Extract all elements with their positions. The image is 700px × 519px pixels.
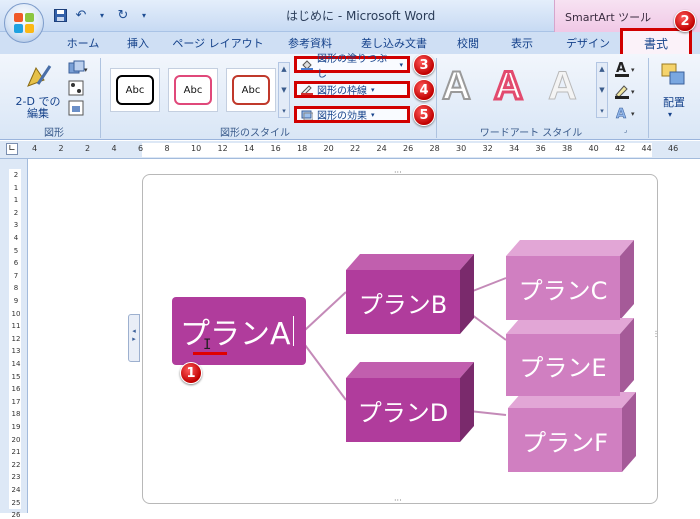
node-plan-b[interactable]: プランB — [346, 270, 460, 334]
node-plan-e[interactable]: プランE — [506, 334, 620, 396]
node-plan-c[interactable]: プランC — [506, 256, 620, 320]
office-button[interactable] — [4, 3, 44, 43]
node-plan-d[interactable]: プランD — [346, 378, 460, 442]
office-logo-icon — [14, 13, 34, 33]
node-plan-f[interactable]: プランF — [508, 408, 622, 472]
